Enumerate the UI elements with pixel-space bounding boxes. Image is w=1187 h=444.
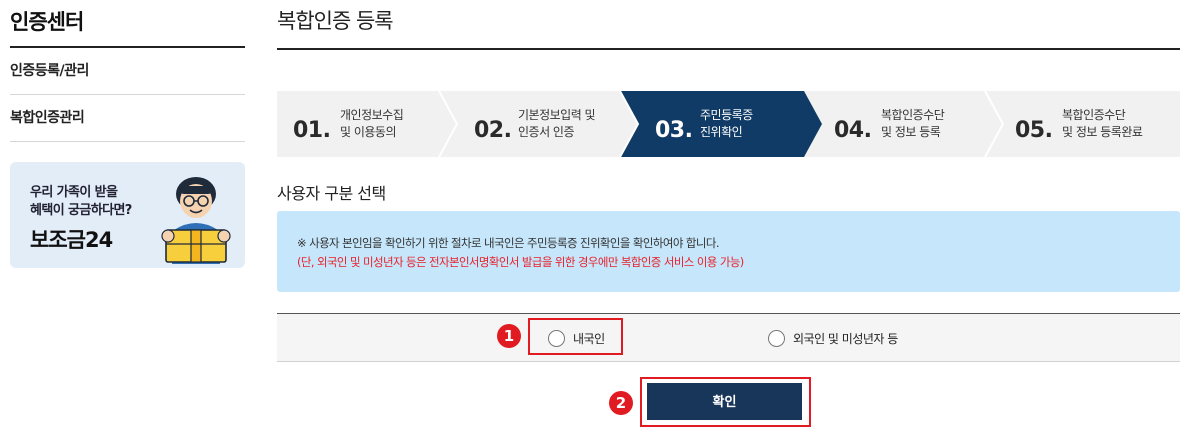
step-1: 01. 개인정보수집 및 이용동의 — [277, 91, 452, 157]
mascot-illustration — [161, 177, 231, 264]
sidebar-item-complex-cert[interactable]: 복합인증관리 — [10, 95, 245, 142]
step-5-number: 05. — [1015, 118, 1053, 143]
sidebar: 인증센터 인증등록/관리 복합인증관리 우리 가족이 받을 혜택이 궁금하다면?… — [10, 0, 245, 268]
radio-foreigner-circle[interactable] — [768, 329, 785, 347]
banner-text-line1: 우리 가족이 받을 — [30, 185, 118, 200]
step-4: 04. 복합인증수단 및 정보 등록 — [820, 91, 995, 157]
notice-text: ※ 사용자 본인임을 확인하기 위한 절차로 내국인은 주민등록증 진위확인을 … — [297, 236, 719, 250]
banner-text-line2: 혜택이 궁금하다면? — [30, 203, 132, 218]
step-5-label: 복합인증수단 및 정보 등록완료 — [1062, 108, 1143, 139]
progress-steps: 01. 개인정보수집 및 이용동의 02. 기본정보입력 및 인증서 인증 03. … — [277, 91, 1180, 157]
highlight-box-2 — [640, 377, 811, 427]
sidebar-item-cert-manage[interactable]: 인증등록/관리 — [10, 48, 245, 95]
step-3-active: 03. 주민등록증 진위확인 — [639, 91, 814, 157]
radio-foreigner-minor[interactable]: 외국인 및 미성년자 등 — [768, 314, 898, 362]
main-content: 복합인증 등록 01. 개인정보수집 및 이용동의 02. 기본정보입력 및 인증서… — [277, 0, 1180, 427]
subsidy-banner[interactable]: 우리 가족이 받을 혜택이 궁금하다면? 보조금24 — [10, 162, 245, 268]
step-1-number: 01. — [293, 118, 331, 143]
step-badge-2: 2 — [609, 391, 633, 415]
sidebar-title: 인증센터 — [10, 0, 245, 48]
step-2-number: 02. — [474, 118, 512, 143]
step-4-label: 복합인증수단 및 정보 등록 — [881, 108, 945, 139]
step-2-label: 기본정보입력 및 인증서 인증 — [518, 108, 596, 139]
step-4-number: 04. — [834, 118, 872, 143]
radio-foreigner-label: 외국인 및 미성년자 등 — [793, 331, 898, 346]
page-title: 복합인증 등록 — [277, 0, 1180, 50]
notice-box: ※ 사용자 본인임을 확인하기 위한 절차로 내국인은 주민등록증 진위확인을 … — [277, 211, 1180, 292]
banner-brand: 보조금24 — [30, 228, 113, 252]
notice-warning-text: (단, 외국인 및 미성년자 등은 전자본인서명확인서 발급을 위한 경우에만 … — [297, 255, 744, 269]
step-3-number: 03. — [655, 118, 693, 143]
step-5: 05. 복합인증수단 및 정보 등록완료 — [1000, 91, 1180, 157]
section-title: 사용자 구분 선택 — [277, 184, 386, 203]
step-2: 02. 기본정보입력 및 인증서 인증 — [458, 91, 633, 157]
step-3-label: 주민등록증 진위확인 — [700, 108, 753, 139]
user-type-radio-group: 내국인 외국인 및 미성년자 등 — [277, 313, 1180, 362]
step-1-label: 개인정보수집 및 이용동의 — [340, 108, 404, 139]
step-badge-1: 1 — [497, 324, 521, 348]
highlight-box-1 — [528, 318, 623, 355]
